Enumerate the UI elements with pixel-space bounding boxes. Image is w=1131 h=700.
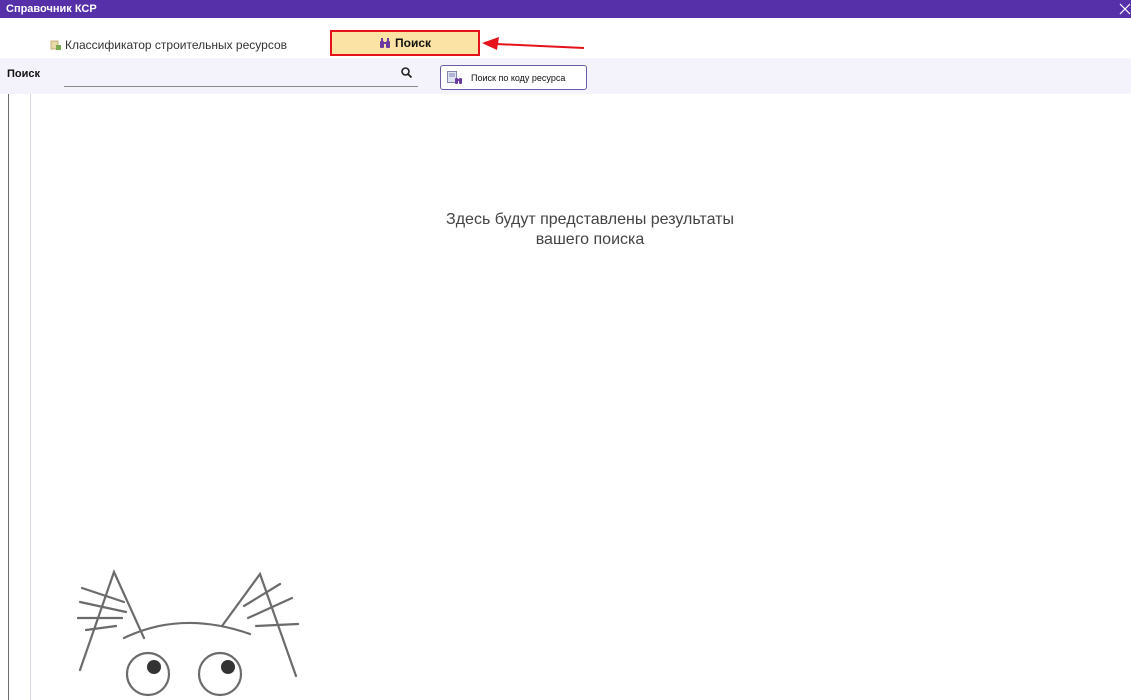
annotation-arrow (482, 37, 585, 50)
code-search-icon (447, 70, 462, 84)
window-title: Справочник КСР (6, 3, 97, 15)
empty-results-line2: вашего поиска (535, 231, 645, 248)
content-divider (30, 94, 31, 700)
code-search-label: Поиск по коду ресурса (471, 72, 566, 83)
window-titlebar: Справочник КСР (0, 0, 1131, 18)
close-icon[interactable] (1117, 0, 1131, 18)
cat-illustration (76, 569, 300, 697)
classifier-icon (50, 40, 61, 50)
search-label: Поиск (7, 68, 41, 80)
tab-classifier[interactable]: Классификатор строительных ресурсов (50, 38, 287, 52)
search-icon[interactable] (400, 66, 414, 80)
left-border (8, 94, 9, 700)
tab-search-label: Поиск (394, 36, 431, 50)
search-input[interactable] (64, 67, 418, 87)
empty-results-line1: Здесь будут представлены результаты (446, 211, 734, 228)
binoculars-icon (379, 37, 390, 48)
code-search-button[interactable]: Поиск по коду ресурса (440, 65, 587, 90)
tab-classifier-label: Классификатор строительных ресурсов (65, 38, 288, 52)
empty-results-message: Здесь будут представлены результаты ваше… (420, 210, 760, 250)
tab-search[interactable]: Поиск (330, 30, 480, 56)
